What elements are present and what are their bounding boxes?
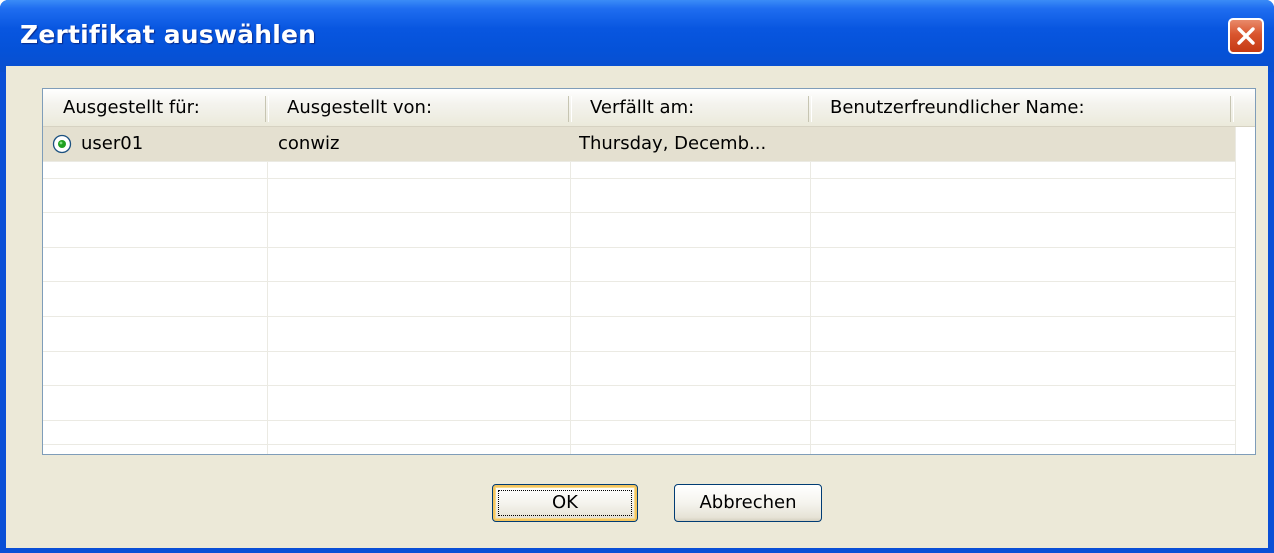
dialog-title: Zertifikat auswählen xyxy=(20,20,317,49)
certificate-list[interactable]: Ausgestellt für: Ausgestellt von: Verfäl… xyxy=(42,88,1256,455)
column-header-issued-to[interactable]: Ausgestellt für: xyxy=(43,89,265,126)
grid-line xyxy=(43,420,1255,421)
column-header-expires[interactable]: Verfällt am: xyxy=(570,89,808,126)
grid-line xyxy=(43,178,1255,179)
cell-expires: Thursday, Decemb... xyxy=(579,133,767,154)
ok-button-label: OK xyxy=(552,492,578,513)
dialog-body: Ausgestellt für: Ausgestellt von: Verfäl… xyxy=(6,66,1268,548)
grid-line xyxy=(43,281,1255,282)
title-bar[interactable]: Zertifikat auswählen xyxy=(0,0,1274,72)
grid-line xyxy=(43,316,1255,317)
cell-issued-to: user01 xyxy=(81,133,144,154)
column-header-issued-by[interactable]: Ausgestellt von: xyxy=(267,89,569,126)
grid-line xyxy=(810,127,811,454)
grid-line xyxy=(43,212,1255,213)
close-button[interactable] xyxy=(1228,18,1264,54)
table-row[interactable]: user01 conwiz Thursday, Decemb... xyxy=(43,127,1235,161)
cancel-button-label: Abbrechen xyxy=(699,492,797,513)
cancel-button[interactable]: Abbrechen xyxy=(674,484,822,522)
grid-line xyxy=(570,127,571,454)
grid-line xyxy=(43,351,1255,352)
grid-line xyxy=(43,385,1255,386)
radio-selected-icon[interactable] xyxy=(52,134,72,154)
column-header-friendly-name[interactable]: Benutzerfreundlicher Name: xyxy=(810,89,1230,126)
grid-line xyxy=(267,127,268,454)
cell-issued-by: conwiz xyxy=(278,133,340,154)
ok-button[interactable]: OK xyxy=(492,484,638,522)
grid-line xyxy=(43,161,1255,162)
certificate-dialog: Zertifikat auswählen Ausgestellt für: Au… xyxy=(0,0,1274,553)
list-right-edge xyxy=(1235,127,1255,454)
close-icon xyxy=(1237,27,1255,45)
grid-line xyxy=(43,247,1255,248)
list-header: Ausgestellt für: Ausgestellt von: Verfäl… xyxy=(43,89,1255,127)
column-separator[interactable] xyxy=(1230,96,1234,122)
grid-line xyxy=(43,444,1255,445)
cell-friendly-name xyxy=(821,127,1221,161)
